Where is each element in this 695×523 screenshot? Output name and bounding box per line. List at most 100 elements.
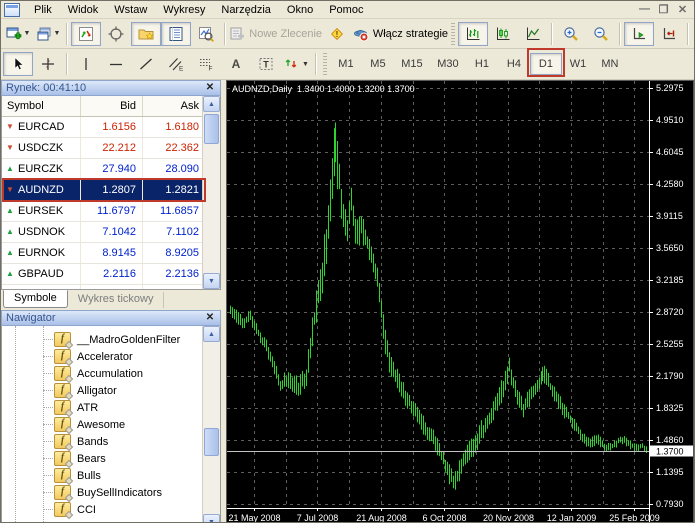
zoom-in-button[interactable] — [556, 22, 586, 46]
close-icon[interactable]: ✕ — [204, 312, 216, 324]
line-studies-toolbar: E F A T ▼ M1 M5 M15 M30 H1 H4 D1 W1 MN — [1, 48, 694, 80]
navigator-item-CCI[interactable]: f CCI — [43, 501, 220, 518]
fibonacci-tool-button[interactable]: F — [191, 52, 221, 76]
chart-shift-button[interactable] — [654, 22, 684, 46]
market-watch-row-AUDNZD[interactable]: ▼ AUDNZD 1.2807 1.2821 — [2, 178, 206, 202]
menu-item-narzędzia[interactable]: Narzędzia — [213, 3, 279, 17]
menu-item-wstaw[interactable]: Wstaw — [106, 3, 155, 17]
market-watch-row-EURCZK[interactable]: ▲ EURCZK 27.940 28.090 — [2, 159, 205, 180]
text-label-tool-button[interactable]: T — [251, 52, 281, 76]
arrows-tool-button[interactable]: ▼ — [281, 52, 312, 76]
timeframe-button-H4[interactable]: H4 — [498, 53, 530, 75]
trendline-tool-button[interactable] — [131, 52, 161, 76]
new-order-button[interactable]: Nowe Zlecenie — [229, 22, 323, 46]
menu-item-wykresy[interactable]: Wykresy — [155, 3, 213, 17]
vertical-line-tool-button[interactable] — [71, 52, 101, 76]
price-bars — [230, 122, 647, 490]
market-watch-scrollbar[interactable]: ▲ ▼ — [202, 96, 220, 289]
tree-branch-line — [43, 356, 53, 357]
timeframe-button-D1[interactable]: D1 — [526, 48, 565, 77]
close-icon[interactable]: ✕ — [675, 3, 690, 16]
timeframe-button-M30[interactable]: M30 — [430, 53, 466, 75]
indicator-function-icon: f — [54, 502, 71, 517]
line-chart-mode-button[interactable] — [518, 22, 548, 46]
enable-experts-button[interactable]: Włącz strategie — [352, 22, 448, 46]
scroll-thumb[interactable] — [204, 428, 219, 456]
scroll-thumb[interactable] — [204, 114, 219, 144]
navigator-item-label: Awesome — [77, 418, 126, 431]
column-ask[interactable]: Ask — [143, 96, 205, 116]
horizontal-line-tool-button[interactable] — [101, 52, 131, 76]
indicator-function-icon: f — [54, 400, 71, 415]
navigator-item-Bands[interactable]: f Bands — [43, 433, 220, 450]
price-chart[interactable]: 5.2975 4.9510 4.6045 4.2580 3.9115 3.5650 3.21… — [227, 81, 693, 523]
navigator-item-BuySellIndicators[interactable]: f BuySellIndicators — [43, 484, 220, 501]
timeframe-button-MN[interactable]: MN — [594, 53, 626, 75]
svg-text:6 Oct 2008: 6 Oct 2008 — [422, 513, 466, 523]
candlestick-mode-button[interactable] — [488, 22, 518, 46]
navigator-scrollbar[interactable]: ▲ ▼ — [202, 326, 220, 522]
time-axis-labels: 21 May 2008 7 Jul 2008 21 Aug 2008 6 Oct 20… — [228, 508, 660, 523]
channel-tool-button[interactable]: E — [161, 52, 191, 76]
market-watch-row-GBPAUD[interactable]: ▲ GBPAUD 2.2116 2.2136 — [2, 264, 205, 285]
timeframe-button-M15[interactable]: M15 — [394, 53, 430, 75]
navigator-icon — [138, 26, 154, 42]
navigator-item-Awesome[interactable]: f Awesome — [43, 416, 220, 433]
navigator-item-Accelerator[interactable]: f Accelerator — [43, 348, 220, 365]
timeframe-button-M5[interactable]: M5 — [362, 53, 394, 75]
strategy-tester-button[interactable] — [191, 22, 221, 46]
toolbar-separator — [687, 22, 689, 45]
crosshair-tool-button[interactable] — [33, 52, 63, 76]
timeframe-button-M1[interactable]: M1 — [330, 53, 362, 75]
timeframe-button-W1[interactable]: W1 — [562, 53, 594, 75]
market-watch-row-EURSEK[interactable]: ▲ EURSEK 11.6797 11.6857 — [2, 201, 205, 222]
profiles-button[interactable]: ▼ — [33, 22, 63, 46]
menu-item-pomoc[interactable]: Pomoc — [321, 3, 371, 17]
market-watch-row-EURCAD[interactable]: ▼ EURCAD 1.6156 1.6180 — [2, 117, 205, 138]
timeframe-button-H1[interactable]: H1 — [466, 53, 498, 75]
tree-branch-line — [43, 424, 53, 425]
chart-window[interactable]: AUDNZD,Daily 1.3400 1.4000 1.3200 1.3700… — [226, 80, 694, 523]
market-watch-row-USDNOK[interactable]: ▲ USDNOK 7.1042 7.1102 — [2, 222, 205, 243]
data-window-button[interactable] — [101, 22, 131, 46]
scroll-up-icon[interactable]: ▲ — [203, 96, 220, 112]
auto-scroll-button[interactable] — [624, 21, 655, 46]
vertical-line-icon — [78, 56, 94, 72]
menu-item-okno[interactable]: Okno — [279, 3, 321, 17]
trend-down-icon: ▼ — [5, 285, 15, 289]
market-watch-toggle-button[interactable] — [70, 21, 101, 46]
zoom-out-button[interactable] — [586, 22, 616, 46]
navigator-item-Accumulation[interactable]: f Accumulation — [43, 365, 220, 382]
scroll-down-icon[interactable]: ▼ — [203, 514, 220, 522]
column-symbol[interactable]: Symbol — [2, 96, 81, 116]
close-icon[interactable]: ✕ — [204, 82, 216, 94]
market-watch-row-GBPNZD[interactable]: ▼GBPNZD 2.83352.8365 — [2, 285, 205, 289]
menu-item-widok[interactable]: Widok — [60, 3, 107, 17]
restore-icon[interactable]: ❐ — [656, 3, 671, 16]
new-chart-button[interactable]: ▼ — [3, 22, 33, 46]
menu-item-plik[interactable]: Plik — [26, 3, 60, 17]
expert-warning-button[interactable]: ! — [322, 22, 352, 46]
minimize-icon[interactable]: — — [637, 3, 652, 16]
navigator-item-Bears[interactable]: f Bears — [43, 450, 220, 467]
navigator-item-MadroGoldenFilter[interactable]: f __MadroGoldenFilter — [43, 331, 220, 348]
navigator-item-Alligator[interactable]: f Alligator — [43, 382, 220, 399]
scroll-up-icon[interactable]: ▲ — [203, 326, 220, 342]
tab-wykres-tickowy[interactable]: Wykres tickowy — [68, 292, 165, 308]
column-bid[interactable]: Bid — [81, 96, 143, 116]
bar-chart-mode-button[interactable] — [458, 21, 489, 46]
scroll-down-icon[interactable]: ▼ — [203, 273, 220, 289]
text-tool-button[interactable]: A — [221, 52, 251, 76]
navigator-toggle-button[interactable] — [130, 21, 161, 46]
cursor-tool-button[interactable] — [3, 52, 33, 76]
navigator-item-Bulls[interactable]: f Bulls — [43, 467, 220, 484]
market-watch-row-USDCZK[interactable]: ▼ USDCZK 22.212 22.362 — [2, 138, 205, 159]
terminal-toggle-button[interactable] — [160, 21, 191, 46]
ask-value: 2.8365 — [143, 285, 205, 289]
trend-down-icon: ▼ — [6, 143, 14, 152]
market-watch-row-EURNOK[interactable]: ▲ EURNOK 8.9145 8.9205 — [2, 243, 205, 264]
toolbar-separator — [66, 53, 68, 75]
tab-symbole[interactable]: Symbole — [3, 290, 68, 308]
symbol-label: EURCAD — [18, 121, 65, 133]
navigator-item-ATR[interactable]: f ATR — [43, 399, 220, 416]
